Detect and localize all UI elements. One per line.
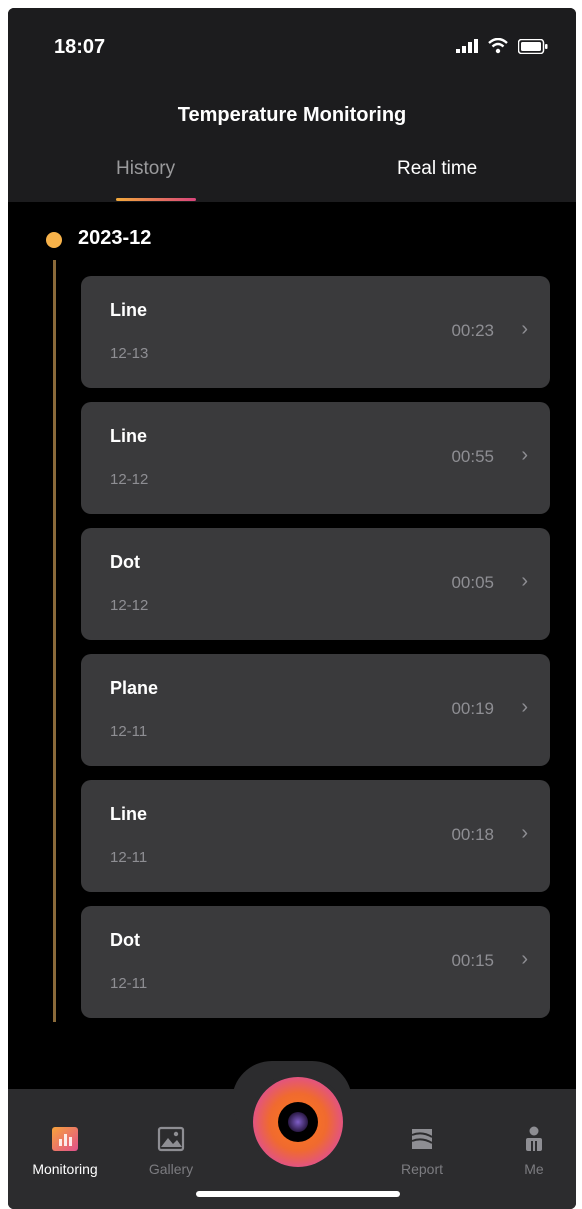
bar-chart-icon <box>52 1127 78 1151</box>
history-content[interactable]: 2023-12 Line 12-13 00:23 › Line 12-12 00… <box>8 202 576 1086</box>
chevron-right-icon: › <box>521 948 528 970</box>
record-list: Line 12-13 00:23 › Line 12-12 00:55 › Do… <box>81 276 550 1032</box>
camera-button[interactable] <box>253 1077 343 1167</box>
signal-icon <box>456 39 478 53</box>
record-duration: 00:18 <box>451 825 494 844</box>
image-icon <box>157 1126 185 1152</box>
record-duration: 00:05 <box>451 573 494 592</box>
record-duration: 00:19 <box>451 699 494 718</box>
chevron-right-icon: › <box>521 696 528 718</box>
record-date: 12-11 <box>110 975 148 992</box>
home-indicator <box>196 1191 400 1197</box>
record-card[interactable]: Plane 12-11 00:19 › <box>81 654 550 766</box>
record-duration: 00:55 <box>451 447 494 466</box>
record-duration: 00:15 <box>451 951 494 970</box>
record-card[interactable]: Dot 12-11 00:15 › <box>81 906 550 1018</box>
tab-history[interactable]: History <box>116 158 175 180</box>
nav-report[interactable]: Report <box>377 1125 467 1179</box>
timeline-line <box>53 260 56 1022</box>
report-icon <box>411 1129 433 1149</box>
active-tab-indicator <box>116 198 196 201</box>
month-label: 2023-12 <box>78 227 152 249</box>
system-icons <box>456 38 548 54</box>
status-time: 18:07 <box>54 36 106 58</box>
lens-glass <box>288 1112 308 1132</box>
chevron-right-icon: › <box>521 444 528 466</box>
record-type: Line <box>110 300 148 320</box>
nav-label: Gallery <box>148 1161 194 1177</box>
tab-real-time[interactable]: Real time <box>397 158 477 180</box>
record-date: 12-11 <box>110 723 148 740</box>
record-type: Line <box>110 804 148 824</box>
nav-label: Me <box>524 1161 544 1177</box>
record-duration: 00:23 <box>451 321 494 340</box>
record-card[interactable]: Line 12-11 00:18 › <box>81 780 550 892</box>
record-date: 12-12 <box>110 471 149 488</box>
record-date: 12-11 <box>110 849 148 866</box>
record-card[interactable]: Dot 12-12 00:05 › <box>81 528 550 640</box>
timeline-dot <box>46 232 62 248</box>
record-type: Dot <box>110 552 140 572</box>
nav-label: Monitoring <box>32 1161 98 1177</box>
page-title: Temperature Monitoring <box>177 104 407 126</box>
nav-monitoring[interactable]: Monitoring <box>20 1125 110 1179</box>
nav-gallery[interactable]: Gallery <box>126 1125 216 1179</box>
camera-lens-icon <box>278 1102 318 1142</box>
person-icon <box>526 1126 542 1151</box>
record-date: 12-13 <box>110 345 149 362</box>
record-type: Line <box>110 426 148 446</box>
battery-icon <box>518 38 548 54</box>
record-card[interactable]: Line 12-13 00:23 › <box>81 276 550 388</box>
nav-label: Report <box>400 1161 444 1177</box>
status-bar: 18:07 <box>8 8 576 90</box>
record-date: 12-12 <box>110 597 149 614</box>
wifi-icon <box>488 38 508 54</box>
record-card[interactable]: Line 12-12 00:55 › <box>81 402 550 514</box>
chevron-right-icon: › <box>521 822 528 844</box>
chevron-right-icon: › <box>521 318 528 340</box>
record-type: Plane <box>110 678 159 698</box>
chevron-right-icon: › <box>521 570 528 592</box>
header: Temperature Monitoring History Real time <box>8 90 576 202</box>
record-type: Dot <box>110 930 140 950</box>
bottom-tab-bar: Monitoring Gallery Report Me <box>8 1061 576 1209</box>
phone-screen: 18:07 Temperature Monitoring History Rea… <box>8 8 576 1209</box>
nav-me[interactable]: Me <box>489 1125 576 1179</box>
